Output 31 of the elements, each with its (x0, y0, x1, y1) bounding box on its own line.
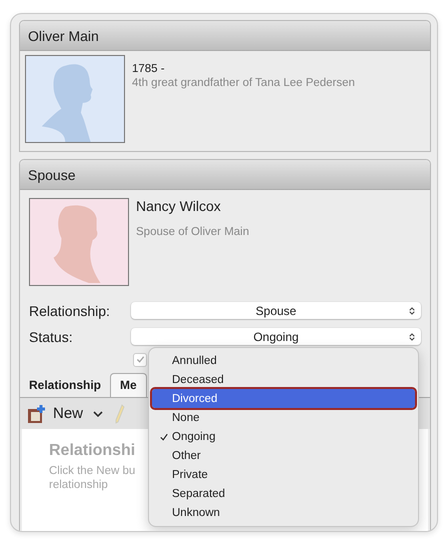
tab[interactable]: Relationship (20, 374, 110, 397)
relationship-text: Spouse of Oliver Main (136, 226, 250, 238)
updown-icon (409, 332, 415, 342)
menu-item[interactable]: Other (152, 446, 415, 466)
checkmark-icon (160, 432, 168, 441)
menu-item[interactable]: Deceased (152, 370, 415, 390)
menu-item[interactable]: None (152, 408, 415, 428)
relationship-text: 4th great grandfather of Tana Lee Pedersen (132, 77, 355, 89)
empty-title: Relationshi (49, 442, 136, 460)
menu-item[interactable]: Unknown (152, 504, 415, 523)
menu-item[interactable]: Separated (152, 484, 415, 504)
select-field[interactable]: Spouse (131, 302, 421, 319)
field-label: Relationship: (29, 302, 111, 318)
tab[interactable]: Me (110, 373, 147, 397)
card-header: Oliver Main (20, 21, 430, 51)
menu-item[interactable]: Ongoing (152, 427, 415, 447)
card-header: Spouse (20, 160, 430, 190)
life-dates: 1785 - (132, 63, 166, 75)
updown-icon (409, 306, 415, 316)
spouse-name: Nancy Wilcox (136, 198, 222, 214)
empty-text: relationship (49, 478, 108, 492)
select-field[interactable]: Ongoing (131, 328, 421, 345)
menu-item[interactable]: Private (152, 466, 415, 485)
add-document-icon[interactable] (27, 404, 47, 424)
menu-item[interactable]: Annulled (152, 351, 415, 370)
menu-item[interactable]: Divorced (152, 389, 415, 408)
empty-text: Click the New bu (49, 464, 136, 478)
new-button[interactable]: New (51, 405, 86, 422)
caret-icon[interactable] (93, 410, 104, 416)
checkmark-icon (136, 355, 144, 364)
field-label: Status: (29, 328, 74, 344)
